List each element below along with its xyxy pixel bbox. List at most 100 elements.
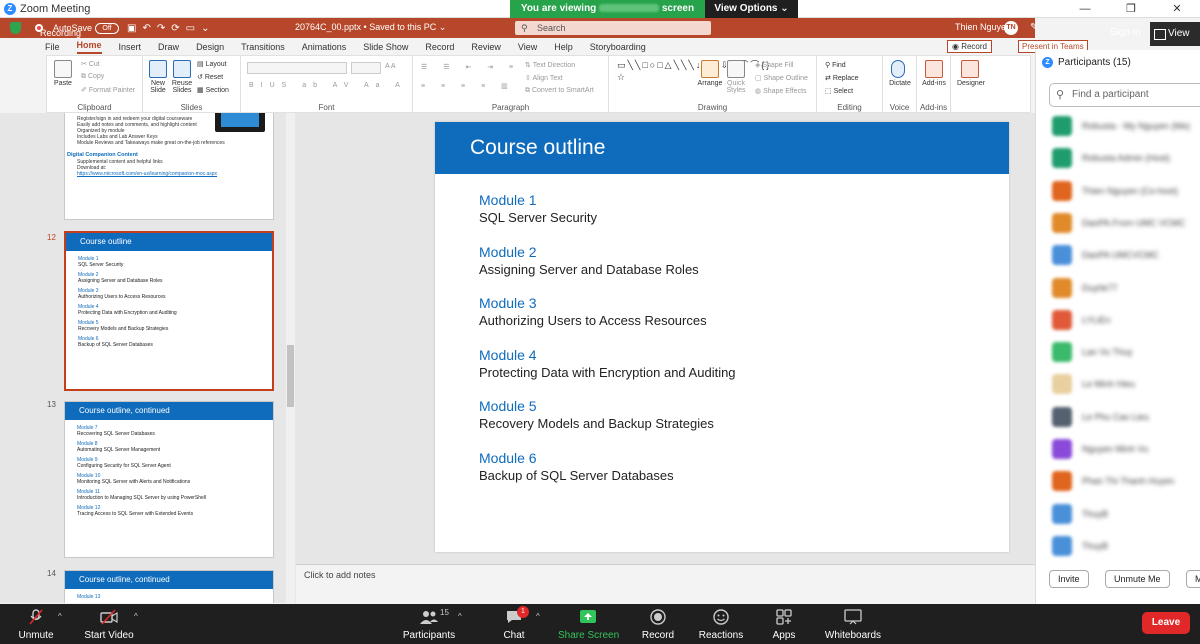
font-size-buttons[interactable]: A A bbox=[385, 63, 396, 70]
autosave-toggle[interactable]: Off bbox=[95, 22, 120, 34]
participant-row[interactable]: Le Minh Hieu bbox=[1052, 374, 1135, 395]
tab-transitions[interactable]: Transitions bbox=[241, 42, 285, 54]
chevron-up-icon[interactable]: ^ bbox=[536, 612, 540, 621]
convert-smartart-button[interactable]: ⧉ Convert to SmartArt bbox=[525, 87, 594, 95]
font-format-buttons[interactable]: BIUS ab AV Aa A bbox=[249, 82, 407, 89]
participant-row[interactable]: Thien Nguyen (Co-host) bbox=[1052, 180, 1178, 201]
text-direction-button[interactable]: ⇅ Text Direction bbox=[525, 61, 575, 69]
select-button[interactable]: ⬚ Select bbox=[825, 87, 853, 95]
close-button[interactable]: ✕ bbox=[1154, 0, 1200, 18]
apps-button[interactable]: Apps bbox=[764, 604, 804, 644]
slide-thumbnail-12[interactable]: Course outline Module 1 SQL Server Securi… bbox=[64, 231, 274, 391]
module-entry[interactable]: Module 4 Protecting Data with Encryption … bbox=[479, 347, 736, 381]
pen-icon[interactable]: ✎ bbox=[1030, 22, 1048, 33]
avatar[interactable]: TN bbox=[1004, 21, 1018, 35]
participant-row[interactable]: Robusta Admin (Host) bbox=[1052, 148, 1170, 169]
participant-row[interactable]: Nguyen Minh Vu bbox=[1052, 439, 1148, 459]
align-text-button[interactable]: ⇳ Align Text bbox=[525, 74, 563, 82]
section-button[interactable]: ▦ Section bbox=[197, 86, 229, 94]
whiteboards-button[interactable]: Whiteboards bbox=[822, 604, 884, 644]
invite-button[interactable]: Invite bbox=[1049, 570, 1089, 588]
tab-insert[interactable]: Insert bbox=[119, 42, 142, 54]
participant-row[interactable]: DaoPA UMCVCMC bbox=[1052, 245, 1159, 266]
participant-row[interactable]: Le Phu Cao Lieu bbox=[1052, 406, 1149, 427]
share-screen-button[interactable]: Share Screen bbox=[558, 604, 619, 644]
font-size-input[interactable] bbox=[351, 62, 381, 74]
reuse-slides-icon[interactable] bbox=[173, 60, 191, 78]
copy-button[interactable]: ⧉ Copy bbox=[81, 73, 104, 81]
participant-row[interactable]: Robusta - My Nguyen (Me) bbox=[1052, 116, 1190, 136]
addins-button[interactable]: Add-ins bbox=[919, 80, 949, 87]
layout-button[interactable]: ▤ Layout bbox=[197, 60, 227, 68]
tab-review[interactable]: Review bbox=[471, 42, 501, 54]
slide-thumbnail-13[interactable]: Course outline, continued Module 7 Recove… bbox=[64, 401, 274, 558]
shape-fill-button[interactable]: ◈ Shape Fill bbox=[755, 61, 793, 69]
record-button[interactable]: ◉ Record bbox=[947, 40, 992, 53]
view-options-button[interactable]: View Options ⌄ bbox=[705, 0, 798, 18]
paste-button[interactable]: Paste bbox=[48, 80, 78, 87]
new-slide-icon[interactable] bbox=[149, 60, 167, 78]
reactions-button[interactable]: Reactions bbox=[696, 604, 746, 644]
quick-styles-icon[interactable] bbox=[727, 60, 745, 78]
current-slide[interactable]: Course outline Module 1 SQL Server Securi… bbox=[435, 122, 1009, 552]
participant-row[interactable]: ThuyB bbox=[1052, 535, 1108, 556]
quick-access-icons[interactable]: ▣↶↷⟳▭⌄ bbox=[127, 23, 215, 34]
replace-button[interactable]: ⇄ Replace bbox=[825, 74, 859, 82]
module-entry[interactable]: Module 5 Recovery Models and Backup Strat… bbox=[479, 398, 714, 432]
participant-row[interactable]: Duyhk77 bbox=[1052, 277, 1118, 298]
reset-button[interactable]: ↺ Reset bbox=[197, 73, 223, 81]
tab-file[interactable]: File bbox=[45, 42, 60, 54]
tab-home[interactable]: Home bbox=[76, 40, 102, 54]
chevron-up-icon[interactable]: ^ bbox=[458, 612, 462, 621]
cut-button[interactable]: ✂ Cut bbox=[81, 60, 100, 68]
view-button[interactable]: View bbox=[1150, 22, 1200, 46]
participants-button[interactable]: 15 Participants bbox=[400, 604, 458, 644]
find-button[interactable]: ⚲ Find bbox=[825, 61, 846, 69]
font-name-input[interactable] bbox=[247, 62, 347, 74]
shape-effects-button[interactable]: ◍ Shape Effects bbox=[755, 87, 807, 95]
record-button[interactable]: Record bbox=[638, 604, 678, 644]
leave-button[interactable]: Leave bbox=[1142, 612, 1190, 634]
chevron-up-icon[interactable]: ^ bbox=[134, 612, 138, 621]
chevron-up-icon[interactable]: ^ bbox=[58, 612, 62, 621]
dictate-button[interactable]: Dictate bbox=[885, 80, 915, 87]
paste-icon[interactable] bbox=[54, 60, 72, 78]
participant-row[interactable]: Lan Vu Thuy bbox=[1052, 342, 1133, 363]
find-participant-input[interactable]: ⚲ Find a participant bbox=[1049, 83, 1200, 107]
designer-button[interactable]: Designer bbox=[956, 80, 986, 87]
unmute-me-button[interactable]: Unmute Me bbox=[1105, 570, 1170, 588]
shape-outline-button[interactable]: ▢ Shape Outline bbox=[755, 74, 808, 82]
align-buttons[interactable]: ≡ ≡ ≡ ≡ ▥ bbox=[421, 82, 515, 90]
participant-row[interactable]: Phan Thi Thanh Huyen bbox=[1052, 471, 1174, 492]
slide-title[interactable]: Course outline bbox=[470, 136, 605, 160]
start-video-button[interactable]: Start Video bbox=[82, 604, 136, 644]
tab-help[interactable]: Help bbox=[554, 42, 573, 54]
tab-draw[interactable]: Draw bbox=[158, 42, 179, 54]
more-button[interactable]: More bbox=[1186, 570, 1200, 588]
tab-design[interactable]: Design bbox=[196, 42, 224, 54]
thumbnail-scrollbar[interactable] bbox=[286, 113, 295, 603]
tab-view[interactable]: View bbox=[518, 42, 537, 54]
arrange-icon[interactable] bbox=[701, 60, 719, 78]
module-entry[interactable]: Module 2 Assigning Server and Database Ro… bbox=[479, 244, 699, 278]
format-painter-button[interactable]: ✐ Format Painter bbox=[81, 86, 135, 94]
participant-row[interactable]: ThuyB bbox=[1052, 503, 1108, 524]
scrollbar-thumb[interactable] bbox=[287, 345, 294, 407]
document-name[interactable]: 20764C_00.pptx • Saved to this PC ⌄ bbox=[295, 22, 446, 33]
maximize-button[interactable]: ❐ bbox=[1108, 0, 1154, 18]
sign-in-link[interactable]: Sign in bbox=[1110, 27, 1141, 38]
list-buttons[interactable]: ☰ ☰ ⇤ ⇥ ≡ bbox=[421, 63, 520, 71]
tab-storyboarding[interactable]: Storyboarding bbox=[590, 42, 646, 54]
addins-icon[interactable] bbox=[925, 60, 943, 78]
module-entry[interactable]: Module 1 SQL Server Security bbox=[479, 192, 597, 226]
unmute-button[interactable]: Unmute bbox=[14, 604, 58, 644]
reuse-slides-button[interactable]: Reuse Slides bbox=[167, 80, 197, 94]
search-input[interactable]: ⚲ Search bbox=[515, 21, 711, 35]
minimize-button[interactable]: — bbox=[1062, 0, 1108, 18]
module-entry[interactable]: Module 3 Authorizing Users to Access Reso… bbox=[479, 295, 707, 329]
tab-animations[interactable]: Animations bbox=[302, 42, 347, 54]
tab-slide-show[interactable]: Slide Show bbox=[363, 42, 408, 54]
microphone-icon[interactable] bbox=[891, 60, 905, 78]
slide-thumbnail-14[interactable]: Course outline, continued Module 13 bbox=[64, 570, 274, 603]
tab-record[interactable]: Record bbox=[425, 42, 454, 54]
